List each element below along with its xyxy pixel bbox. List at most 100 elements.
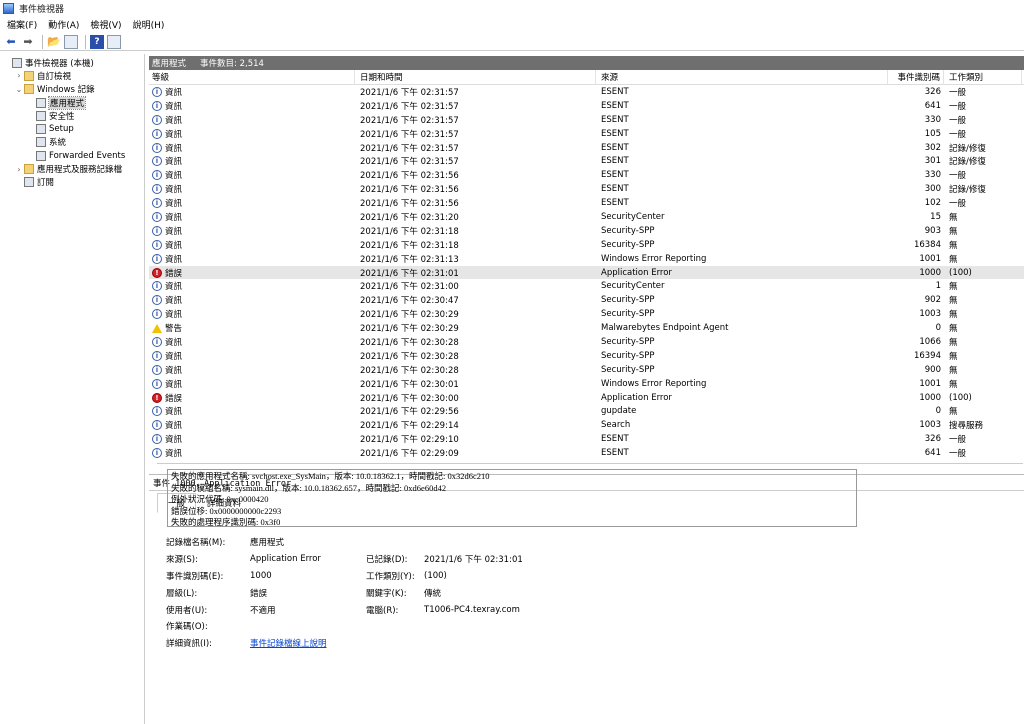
event-row[interactable]: i 資訊 2021/1/6 下午 02:31:18 Security-SPP 903 無: [149, 224, 1024, 238]
info-icon: i: [152, 295, 162, 306]
event-row[interactable]: ! 錯誤 2021/1/6 下午 02:31:01 Application Error…: [149, 265, 1024, 280]
event-row[interactable]: i 資訊 2021/1/6 下午 02:31:57 ESENT 330 一般: [149, 113, 1024, 127]
event-row[interactable]: i 資訊 2021/1/6 下午 02:31:18 Security-SPP 16384…: [149, 238, 1024, 252]
event-row[interactable]: i 資訊 2021/1/6 下午 02:31:56 ESENT 300 記錄/修復: [149, 182, 1024, 196]
event-row[interactable]: i 資訊 2021/1/6 下午 02:31:57 ESENT 641 一般: [149, 99, 1024, 113]
event-datetime: 2021/1/6 下午 02:29:10: [360, 435, 459, 446]
event-row[interactable]: i 資訊 2021/1/6 下午 02:31:00 SecurityCenter 1 無: [149, 279, 1024, 293]
event-row[interactable]: i 資訊 2021/1/6 下午 02:31:57 ESENT 302 記錄/修復: [149, 141, 1024, 155]
tree-node[interactable]: 系統: [0, 136, 144, 149]
source-value: Application Error: [250, 554, 321, 565]
event-level: 資訊: [165, 379, 183, 390]
tree-node[interactable]: 安全性: [0, 109, 144, 122]
event-row[interactable]: i 資訊 2021/1/6 下午 02:31:57 ESENT 326 一般: [149, 85, 1024, 99]
event-task-category: 一般: [949, 171, 967, 182]
expand-arrow-icon[interactable]: ›: [14, 71, 24, 80]
event-row[interactable]: 警告 2021/1/6 下午 02:30:29 Malwarebytes Endpo…: [149, 321, 1024, 335]
event-source: Security-SPP: [601, 364, 655, 375]
event-id: 16394: [913, 350, 941, 361]
event-row[interactable]: i 資訊 2021/1/6 下午 02:29:10 ESENT 326 一般: [149, 432, 1024, 446]
event-datetime: 2021/1/6 下午 02:31:57: [360, 143, 459, 154]
task-category-label: 工作類別(Y):: [366, 571, 415, 582]
info-icon: i: [152, 253, 162, 264]
event-row[interactable]: i 資訊 2021/1/6 下午 02:31:57 ESENT 105 一般: [149, 127, 1024, 141]
up-folder-icon[interactable]: 📂: [47, 35, 61, 49]
event-datetime: 2021/1/6 下午 02:30:28: [360, 337, 459, 348]
tree-node[interactable]: Setup: [0, 122, 144, 135]
event-row[interactable]: i 資訊 2021/1/6 下午 02:31:57 ESENT 301 記錄/修復: [149, 154, 1024, 168]
event-row[interactable]: i 資訊 2021/1/6 下午 02:29:56 gupdate 0 無: [149, 404, 1024, 418]
event-task-category: 無: [949, 226, 958, 237]
tree-node[interactable]: Forwarded Events: [0, 149, 144, 162]
event-row[interactable]: ! 錯誤 2021/1/6 下午 02:30:00 Application Error…: [149, 391, 1024, 405]
event-row[interactable]: i 資訊 2021/1/6 下午 02:30:47 Security-SPP 902 無: [149, 293, 1024, 307]
computer-value: T1006-PC4.texray.com: [424, 604, 520, 615]
tree-node[interactable]: 事件檢視器 (本機): [0, 56, 144, 69]
event-row[interactable]: i 資訊 2021/1/6 下午 02:31:56 ESENT 330 一般: [149, 168, 1024, 182]
event-task-category: (100): [949, 267, 972, 278]
menu-view[interactable]: 檢視(V): [90, 18, 121, 31]
info-icon: i: [152, 350, 162, 361]
menu-help[interactable]: 說明(H): [133, 18, 165, 31]
event-id: 1: [935, 281, 941, 292]
forward-arrow-icon[interactable]: ➡: [21, 35, 35, 49]
event-level: 資訊: [165, 87, 183, 98]
help-icon[interactable]: ?: [90, 34, 104, 49]
column-level[interactable]: 等級: [149, 70, 355, 85]
event-task-category: 無: [949, 310, 958, 321]
tree-node[interactable]: › 自訂檢視: [0, 69, 144, 82]
event-log-icon: [36, 97, 46, 108]
event-source: Security-SPP: [601, 225, 655, 236]
event-source: ESENT: [601, 142, 629, 153]
tree-node[interactable]: 訂閱: [0, 176, 144, 189]
event-log-icon: [12, 57, 22, 68]
menu-action[interactable]: 動作(A): [48, 18, 79, 31]
event-row[interactable]: i 資訊 2021/1/6 下午 02:31:13 Windows Error Rep…: [149, 252, 1024, 266]
event-row[interactable]: i 資訊 2021/1/6 下午 02:30:29 Security-SPP 1003 無: [149, 307, 1024, 321]
event-id: 0: [935, 406, 941, 417]
keywords-value: 傳統: [424, 588, 442, 599]
event-row[interactable]: i 資訊 2021/1/6 下午 02:30:28 Security-SPP 16394…: [149, 349, 1024, 363]
show-hide-action-pane-icon[interactable]: [107, 34, 121, 49]
column-task-category[interactable]: 工作類別: [944, 70, 1022, 85]
column-datetime[interactable]: 日期和時間: [355, 70, 596, 85]
tree-node-label: 訂閱: [37, 178, 55, 189]
event-level: 資訊: [165, 254, 183, 265]
column-event-id[interactable]: 事件識別碼: [888, 70, 944, 85]
event-level: 錯誤: [165, 393, 183, 404]
expand-arrow-icon[interactable]: ⌄: [14, 85, 24, 94]
user-label: 使用者(U):: [166, 605, 208, 616]
event-row[interactable]: i 資訊 2021/1/6 下午 02:30:28 Security-SPP 1066 無: [149, 335, 1024, 349]
event-datetime: 2021/1/6 下午 02:31:13: [360, 254, 459, 265]
event-datetime: 2021/1/6 下午 02:29:14: [360, 421, 459, 432]
tree-node[interactable]: 應用程式: [0, 95, 144, 110]
event-row[interactable]: i 資訊 2021/1/6 下午 02:31:20 SecurityCenter 15 無: [149, 210, 1024, 224]
back-arrow-icon[interactable]: ⬅: [4, 35, 18, 49]
event-source: ESENT: [601, 100, 629, 111]
event-row[interactable]: i 資訊 2021/1/6 下午 02:29:09 ESENT 641 一般: [149, 446, 1024, 460]
event-id: 102: [924, 198, 941, 209]
event-source: ESENT: [601, 156, 629, 167]
toolbar-separator: [85, 34, 86, 49]
more-info-link[interactable]: 事件記錄檔線上說明: [250, 637, 327, 649]
event-row[interactable]: i 資訊 2021/1/6 下午 02:29:14 Search 1003 搜尋服務: [149, 418, 1024, 432]
event-datetime: 2021/1/6 下午 02:30:28: [360, 351, 459, 362]
event-id: 641: [924, 448, 941, 459]
show-hide-tree-icon[interactable]: [64, 34, 78, 49]
event-id: 302: [924, 142, 941, 153]
event-row[interactable]: i 資訊 2021/1/6 下午 02:31:56 ESENT 102 一般: [149, 196, 1024, 210]
tree-node[interactable]: › 應用程式及服務記錄檔: [0, 162, 144, 175]
event-level: 資訊: [165, 157, 183, 168]
event-id: 1003: [919, 309, 941, 320]
event-row[interactable]: i 資訊 2021/1/6 下午 02:30:01 Windows Error Rep…: [149, 377, 1024, 391]
folder-icon: [24, 84, 34, 95]
event-row[interactable]: i 資訊 2021/1/6 下午 02:30:28 Security-SPP 900 無: [149, 363, 1024, 377]
menu-file[interactable]: 檔案(F): [7, 18, 37, 31]
column-source[interactable]: 來源: [596, 70, 888, 85]
event-description[interactable]: 失敗的應用程式名稱: svchost.exe_SysMain，版本: 10.0.…: [167, 469, 857, 527]
expand-arrow-icon[interactable]: ›: [14, 165, 24, 174]
tree-node-label: 系統: [49, 138, 67, 149]
info-icon: i: [152, 211, 162, 222]
user-value: 不適用: [250, 605, 276, 616]
tree-node[interactable]: ⌄ Windows 記錄: [0, 83, 144, 96]
